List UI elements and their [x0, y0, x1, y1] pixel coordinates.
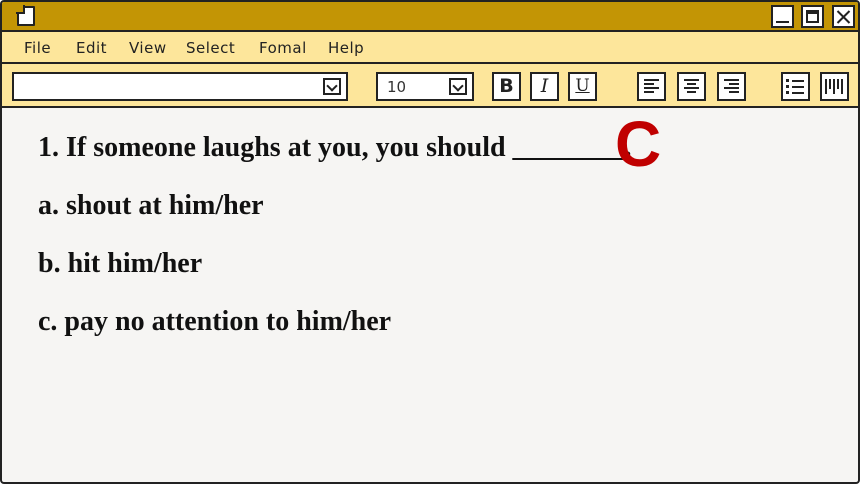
menu-bar: File Edit View Select Fomal Help	[2, 32, 858, 64]
option-a: a. shout at him/her	[38, 190, 264, 221]
menu-file[interactable]: File	[24, 39, 51, 57]
menu-format[interactable]: Fomal	[259, 39, 307, 57]
align-left-icon	[644, 79, 659, 94]
align-center-button[interactable]	[677, 72, 706, 101]
close-button[interactable]	[832, 5, 855, 28]
align-right-button[interactable]	[717, 72, 746, 101]
option-b: b. hit him/her	[38, 248, 203, 279]
bold-button[interactable]: B	[492, 72, 521, 101]
menu-select[interactable]: Select	[186, 39, 235, 57]
italic-button[interactable]: I	[530, 72, 559, 101]
font-size-select[interactable]: 10	[376, 72, 474, 101]
option-c: c. pay no attention to him/her	[38, 306, 392, 337]
menu-help[interactable]: Help	[328, 39, 364, 57]
maximize-button[interactable]	[801, 5, 824, 28]
align-center-icon	[684, 79, 699, 94]
chevron-down-icon[interactable]	[323, 78, 341, 95]
document-body[interactable]: 1. If someone laughs at you, you should …	[2, 108, 858, 482]
list-icon	[786, 79, 804, 94]
editor-window: File Edit View Select Fomal Help 10 B I …	[0, 0, 860, 484]
toolbar: 10 B I U	[2, 64, 858, 108]
answer-mark: C	[615, 108, 662, 180]
title-bar	[2, 2, 858, 32]
list-button[interactable]	[781, 72, 810, 101]
underline-button[interactable]: U	[568, 72, 597, 101]
font-size-value: 10	[387, 78, 407, 96]
align-left-button[interactable]	[637, 72, 666, 101]
minimize-button[interactable]	[771, 5, 794, 28]
align-right-icon	[724, 79, 739, 94]
menu-edit[interactable]: Edit	[76, 39, 107, 57]
question-text: 1. If someone laughs at you, you should …	[38, 132, 632, 163]
chevron-down-icon[interactable]	[449, 78, 467, 95]
menu-view[interactable]: View	[129, 39, 167, 57]
columns-icon	[825, 79, 843, 94]
font-family-select[interactable]	[12, 72, 348, 101]
columns-button[interactable]	[820, 72, 849, 101]
document-icon	[16, 5, 35, 26]
